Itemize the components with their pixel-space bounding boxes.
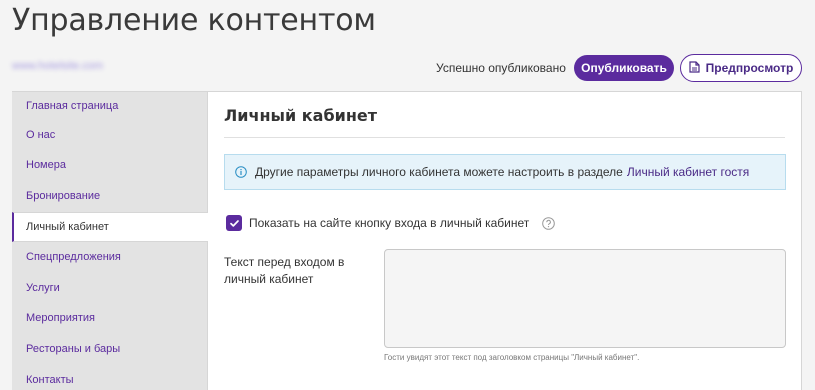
help-icon[interactable] <box>542 216 556 230</box>
sidebar-item-label: Главная страница <box>26 99 119 112</box>
sidebar-item-about[interactable]: О нас <box>12 120 207 151</box>
sidebar-item-label: Номера <box>26 159 66 172</box>
site-link[interactable]: www.hotelsite.com <box>12 60 103 72</box>
sidebar-item-label: Бронирование <box>26 189 101 202</box>
sidebar-item-label: Спецпредложения <box>26 251 121 264</box>
sidebar-item-booking[interactable]: Бронирование <box>12 181 207 212</box>
info-banner: Другие параметры личного кабинета можете… <box>224 154 786 190</box>
preview-button[interactable]: Предпросмотр <box>680 54 802 82</box>
sidebar-item-home[interactable]: Главная страница <box>12 92 207 120</box>
sidebar-item-contacts[interactable]: Контакты <box>12 365 207 390</box>
sidebar-item-events[interactable]: Мероприятия <box>12 304 207 335</box>
sidebar-item-offers[interactable]: Спецпредложения <box>12 242 207 273</box>
sidebar-item-label: Контакты <box>26 373 74 386</box>
sidebar-item-label: О нас <box>26 128 56 141</box>
account-settings-link[interactable]: Личный кабинет гостя <box>627 165 749 179</box>
preview-button-label: Предпросмотр <box>705 61 794 75</box>
divider <box>224 137 785 138</box>
sidebar: Главная страница О нас Номера Бронирован… <box>12 91 208 390</box>
show-login-button-option[interactable]: Показать на сайте кнопку входа в личный … <box>226 215 556 231</box>
sidebar-item-services[interactable]: Услуги <box>12 273 207 304</box>
info-text: Другие параметры личного кабинета можете… <box>255 165 623 179</box>
sidebar-item-label: Услуги <box>26 281 60 294</box>
section-title: Личный кабинет <box>224 106 378 125</box>
info-icon <box>235 166 247 178</box>
pre-login-text-hint: Гости увидят этот текст под заголовком с… <box>384 353 640 362</box>
sidebar-item-label: Мероприятия <box>26 312 95 325</box>
sidebar-item-rooms[interactable]: Номера <box>12 151 207 182</box>
pre-login-text-field[interactable] <box>384 249 786 348</box>
show-login-checkbox-label: Показать на сайте кнопку входа в личный … <box>249 216 530 230</box>
content-panel: Личный кабинет Другие параметры личного … <box>207 91 802 390</box>
publish-status: Успешно опубликовано <box>436 61 566 75</box>
document-icon <box>689 60 700 76</box>
sidebar-item-restaurants[interactable]: Рестораны и бары <box>12 334 207 365</box>
sidebar-item-account[interactable]: Личный кабинет <box>12 211 208 243</box>
pre-login-text-label: Текст перед входом в личный кабинет <box>224 255 345 286</box>
sidebar-item-label: Личный кабинет <box>26 221 109 234</box>
show-login-checkbox[interactable] <box>226 215 242 231</box>
sidebar-item-label: Рестораны и бары <box>26 342 121 355</box>
page-title: Управление контентом <box>12 3 376 38</box>
publish-button[interactable]: Опубликовать <box>574 55 674 81</box>
